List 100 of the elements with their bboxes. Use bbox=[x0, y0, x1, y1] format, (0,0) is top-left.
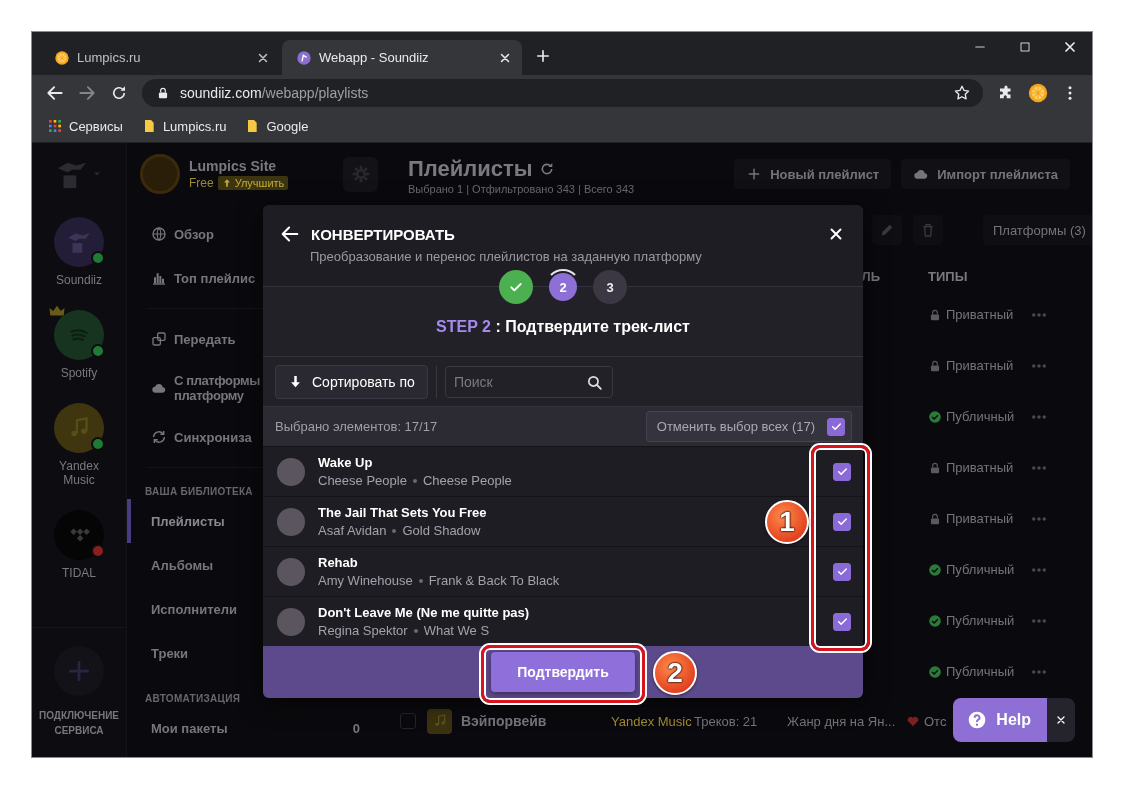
track-title: The Jail That Sets You Free bbox=[318, 505, 487, 520]
lock-icon bbox=[928, 307, 942, 322]
check-icon bbox=[835, 615, 849, 628]
checkbox[interactable] bbox=[827, 417, 845, 436]
track-album: Cheese People bbox=[422, 473, 512, 488]
track-title: Wake Up bbox=[318, 455, 374, 470]
nav-item[interactable]: Передать bbox=[127, 317, 240, 361]
plan-label: Free bbox=[189, 176, 214, 190]
lock-icon bbox=[928, 511, 942, 526]
check-circle-icon bbox=[928, 562, 942, 577]
pencil-icon bbox=[879, 222, 895, 238]
track-album: What We S bbox=[423, 623, 490, 638]
browser-tab[interactable]: Lumpics.ru bbox=[40, 40, 280, 75]
separator-dot bbox=[412, 478, 417, 483]
bookmark-link[interactable]: Google bbox=[244, 118, 309, 134]
lock-icon bbox=[928, 460, 942, 475]
track-album: Gold Shadow bbox=[402, 523, 481, 538]
privacy-type: Приватный bbox=[946, 358, 1014, 373]
checkbox[interactable] bbox=[833, 612, 851, 631]
privacy-type: Публичный bbox=[946, 613, 1015, 628]
privacy-type: Публичный bbox=[946, 562, 1015, 577]
platforms-filter[interactable]: Платформы (3) bbox=[983, 215, 1092, 245]
track-title: Rehab bbox=[318, 555, 359, 570]
service-button[interactable] bbox=[54, 403, 104, 453]
nav-item[interactable]: Исполнители bbox=[127, 587, 241, 631]
step-label: STEP 2 bbox=[436, 318, 491, 335]
privacy-type: Публичный bbox=[946, 664, 1015, 679]
checkbox[interactable] bbox=[833, 512, 851, 531]
apps-grid-icon bbox=[47, 118, 63, 134]
action-button[interactable]: Импорт плейлиста bbox=[901, 159, 1070, 189]
new-tab-icon[interactable] bbox=[534, 47, 552, 65]
album-cover bbox=[277, 607, 305, 636]
service-button[interactable] bbox=[54, 510, 104, 560]
privacy-type: Приватный bbox=[946, 460, 1014, 475]
bookmark-link[interactable]: Сервисы bbox=[47, 118, 123, 134]
search-icon[interactable] bbox=[585, 373, 603, 391]
lock-icon bbox=[928, 358, 942, 373]
confirm-button[interactable]: Подтвердить bbox=[491, 652, 635, 692]
checkbox[interactable] bbox=[833, 462, 851, 481]
nav-item[interactable]: Мои пакеты 0 bbox=[127, 706, 400, 750]
heart-icon bbox=[906, 714, 920, 728]
close-icon bbox=[1055, 714, 1067, 726]
service-label: TIDAL bbox=[61, 566, 97, 580]
nav-item[interactable]: Обзор bbox=[127, 212, 218, 256]
service-button[interactable] bbox=[54, 217, 104, 267]
playlist-title: Вэйпорвейв bbox=[461, 713, 547, 729]
nav-item[interactable]: Треки bbox=[127, 631, 193, 675]
separator-dot bbox=[418, 578, 423, 583]
separator-dot bbox=[392, 528, 397, 533]
track-count: Треков: 21 bbox=[694, 713, 758, 729]
search-field[interactable]: Поиск bbox=[444, 365, 613, 398]
lock-icon bbox=[156, 85, 170, 100]
transfer-icon bbox=[151, 331, 167, 347]
close-icon[interactable] bbox=[827, 225, 845, 243]
deselect-all-button[interactable]: Отменить выбор всех (17) bbox=[645, 411, 852, 442]
nav-item[interactable]: Плейлисты bbox=[127, 499, 229, 543]
track-artist: Regina Spektor bbox=[318, 623, 408, 638]
section-heading: АВТОМАТИЗАЦИЯ bbox=[144, 693, 241, 704]
nav-item[interactable]: С платформы платформу bbox=[127, 361, 260, 415]
add-service-label[interactable]: ПОДКЛЮЧЕНИЕ СЕРВИСА bbox=[33, 708, 125, 738]
globe-icon bbox=[151, 226, 167, 242]
favicon-icon bbox=[54, 49, 70, 66]
address-bar[interactable]: soundiiz.com/webapp/playlists bbox=[142, 78, 983, 107]
column-header: ЛЬ bbox=[861, 268, 880, 284]
track-artist: Amy Winehouse bbox=[318, 573, 413, 588]
nav-item[interactable]: Топ плейлис bbox=[127, 256, 260, 300]
checkbox[interactable] bbox=[833, 562, 851, 581]
upgrade-badge[interactable]: Улучшить bbox=[217, 176, 289, 190]
service-label: Yandex Music bbox=[58, 459, 100, 487]
service-button[interactable] bbox=[54, 310, 104, 360]
star-icon[interactable] bbox=[953, 83, 971, 102]
platform-name: Yandex Music bbox=[611, 713, 692, 729]
avatar bbox=[140, 154, 180, 194]
check-icon bbox=[835, 515, 849, 528]
check-icon bbox=[835, 565, 849, 578]
step-indicator: 3 bbox=[593, 270, 627, 304]
browser-tab[interactable]: Webapp - Soundiiz bbox=[282, 40, 522, 75]
check-circle-icon bbox=[928, 613, 942, 628]
track-artist: Asaf Avidan bbox=[318, 523, 387, 538]
privacy-type: Приватный bbox=[946, 511, 1014, 526]
track-album: Frank & Back To Black bbox=[428, 573, 560, 588]
separator-dot bbox=[413, 628, 418, 633]
action-button[interactable]: Новый плейлист bbox=[734, 159, 892, 189]
profile-avatar-icon[interactable] bbox=[1027, 81, 1049, 104]
dialog-title: КОНВЕРТИРОВАТЬ bbox=[311, 225, 455, 243]
album-cover bbox=[277, 557, 305, 586]
privacy-type: Приватный bbox=[946, 307, 1014, 322]
bookmark-link[interactable]: Lumpics.ru bbox=[140, 118, 227, 134]
playlist-status: Отс bbox=[924, 713, 947, 729]
dialog-subtitle: Преобразование и перенос плейлистов на заданную платформу bbox=[310, 249, 703, 264]
step-title: : Подтвердите трек-лист bbox=[495, 318, 690, 335]
sort-button[interactable]: Сортировать по bbox=[275, 364, 428, 399]
trash-icon bbox=[920, 222, 936, 238]
nav-item[interactable]: Синхрониза bbox=[127, 415, 256, 459]
close-button[interactable] bbox=[1047, 698, 1075, 742]
checkbox[interactable] bbox=[400, 713, 416, 729]
help-button[interactable]: Help bbox=[953, 698, 1047, 742]
selected-count: Выбрано элементов: 17/17 bbox=[275, 419, 438, 434]
selection-summary: Выбрано 1 | Отфильтровано 343 | Всего 343 bbox=[408, 182, 635, 196]
nav-item[interactable]: Альбомы bbox=[127, 543, 218, 587]
